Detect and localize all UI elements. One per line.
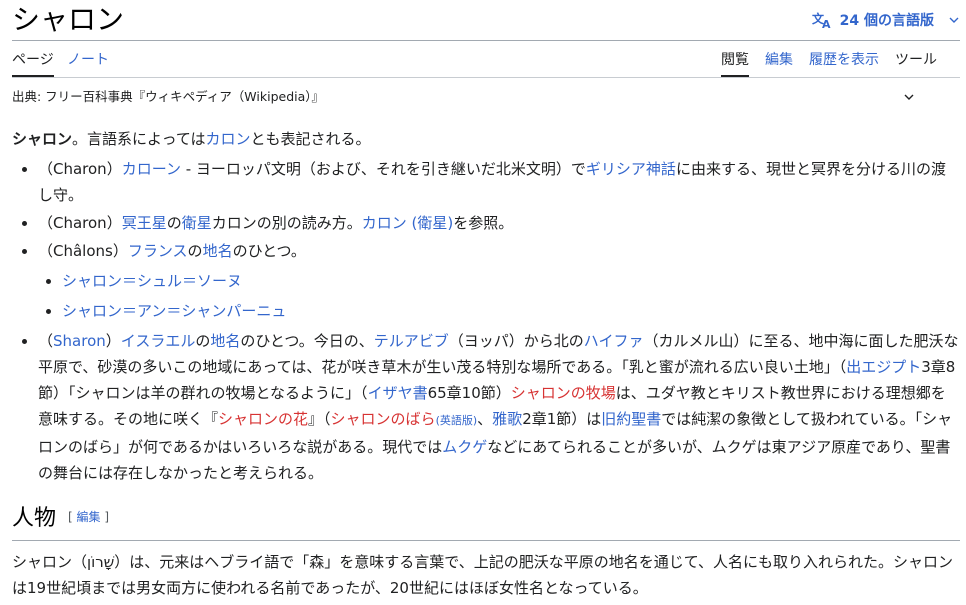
site-subtitle: 出典: フリー百科事典『ウィキペディア（Wikipedia）』 (12, 89, 325, 104)
link-isaiah[interactable]: イザヤ書 (368, 384, 428, 402)
list-item: （Charon）冥王星の衛星カロンの別の読み方。カロン (衛星)を参照。 (38, 210, 960, 236)
title-bar: シャロン 文 A 24 個の言語版 (12, 0, 960, 40)
section-title: 人物 (12, 506, 57, 531)
text: ） (105, 332, 121, 350)
tab-read[interactable]: 閲覧 (721, 41, 749, 77)
tab-tools[interactable]: ツール (895, 41, 960, 100)
link-english-version[interactable]: (英語版) (436, 414, 478, 427)
people-paragraph: シャロン（שָׁרוֹן）は、元来はヘブライ語で「森」を意味する言葉で、上記の肥… (12, 553, 953, 597)
edit-bracket-open: [ (68, 510, 77, 524)
text: の (166, 214, 182, 232)
disambiguation-list: （Charon）カローン - ヨーロッパ文明（および、それを引き継いだ北米文明）… (12, 156, 960, 486)
link-karon[interactable]: カロン (206, 130, 251, 148)
link-tel-aviv[interactable]: テルアビブ (374, 332, 449, 350)
link-place-name[interactable]: 地名 (203, 242, 233, 260)
page-title: シャロン (12, 3, 125, 36)
item-prefix: （Charon） (38, 160, 122, 178)
list-item: （Sharon）イスラエルの地名のひとつ。今日の、テルアビブ（ヨッパ）から北のハ… (38, 328, 960, 486)
list-item: （Châlons）フランスの地名のひとつ。 シャロン＝シュル＝ソーヌ シャロン＝… (38, 238, 960, 324)
link-sharon[interactable]: Sharon (53, 332, 106, 350)
link-charon-moon[interactable]: カロン (衛星) (362, 214, 453, 232)
redlink-sharon-flower[interactable]: シャロンの花 (218, 410, 308, 428)
link-chalons-en-champagne[interactable]: シャロン＝アン＝シャンパーニュ (62, 302, 286, 320)
link-chalon-sur-saone[interactable]: シャロン＝シュル＝ソーヌ (62, 272, 242, 290)
link-satellite[interactable]: 衛星 (182, 214, 212, 232)
text: のひとつ。 (232, 242, 306, 260)
svg-text:A: A (822, 18, 831, 29)
item-prefix: （Charon） (38, 214, 122, 232)
intro-paragraph: シャロン。言語系によってはカロンとも表記される。 (12, 126, 960, 152)
link-old-testament[interactable]: 旧約聖書 (601, 410, 661, 428)
tab-history[interactable]: 履歴を表示 (809, 41, 879, 77)
text: （ヨッパ）から北の (448, 332, 584, 350)
translate-icon: 文 A (812, 11, 831, 29)
text: 、 (477, 410, 493, 428)
section-divider (12, 540, 960, 541)
article-page: シャロン 文 A 24 個の言語版 ページ ノート 閲覧 編集 履歴を表示 ツー… (0, 0, 966, 605)
sub-list: シャロン＝シュル＝ソーヌ シャロン＝アン＝シャンパーニュ (38, 268, 960, 324)
link-france[interactable]: フランス (128, 242, 188, 260)
text: （ (38, 332, 54, 350)
link-greek-myth[interactable]: ギリシア神話 (586, 160, 676, 178)
page-tabs: ページ ノート 閲覧 編集 履歴を表示 ツール (12, 41, 960, 100)
link-mukuge[interactable]: ムクゲ (442, 438, 487, 456)
text: - ヨーロッパ文明（および、それを引き継いだ北米文明）で (180, 160, 586, 178)
text: 。言語系によっては (72, 130, 206, 148)
text: 65章10節） (427, 384, 511, 402)
text: とも表記される。 (250, 130, 371, 148)
item-prefix: （Châlons） (38, 242, 128, 260)
section-edit: [ 編集 ] (68, 510, 109, 524)
text: の (187, 242, 203, 260)
intro-bold-term: シャロン (12, 130, 73, 148)
language-button-label: 24 個の言語版 (839, 13, 934, 29)
chevron-down-icon (949, 17, 959, 23)
section-edit-link[interactable]: 編集 (77, 510, 101, 524)
link-haifa[interactable]: ハイファ (584, 332, 644, 350)
link-israel[interactable]: イスラエル (121, 332, 196, 350)
tab-page[interactable]: ページ (12, 41, 54, 77)
edit-bracket-close: ] (100, 510, 110, 524)
redlink-sharon-pasture[interactable]: シャロンの牧場 (511, 384, 616, 402)
redlink-rose-of-sharon[interactable]: シャロンのばら (331, 410, 436, 428)
text: 』（ (308, 410, 331, 428)
language-button[interactable]: 文 A 24 個の言語版 (812, 9, 960, 31)
section-heading: 人物 [ 編集 ] (12, 504, 960, 534)
list-item: シャロン＝アン＝シャンパーニュ (62, 298, 960, 324)
chevron-down-icon (904, 94, 914, 100)
list-item: シャロン＝シュル＝ソーヌ (62, 268, 960, 294)
text: を参照。 (453, 214, 514, 232)
list-item: （Charon）カローン - ヨーロッパ文明（および、それを引き継いだ北米文明）… (38, 156, 960, 208)
tab-edit[interactable]: 編集 (765, 41, 793, 77)
tab-tools-label: ツール (895, 52, 937, 68)
link-charon-myth[interactable]: カローン (122, 160, 181, 178)
link-exodus[interactable]: 出エジプト (846, 358, 921, 376)
tabs-divider (12, 77, 960, 78)
text: のひとつ。今日の、 (240, 332, 374, 350)
link-place-name[interactable]: 地名 (210, 332, 240, 350)
article-body: シャロン。言語系によってはカロンとも表記される。 （Charon）カローン - … (12, 126, 960, 488)
text: 2章1節）は (522, 410, 602, 428)
link-pluto[interactable]: 冥王星 (122, 214, 167, 232)
text: カロンの別の読み方。 (211, 214, 362, 232)
tab-talk[interactable]: ノート (67, 41, 109, 77)
text: の (195, 332, 211, 350)
link-song-of-songs[interactable]: 雅歌 (492, 410, 522, 428)
